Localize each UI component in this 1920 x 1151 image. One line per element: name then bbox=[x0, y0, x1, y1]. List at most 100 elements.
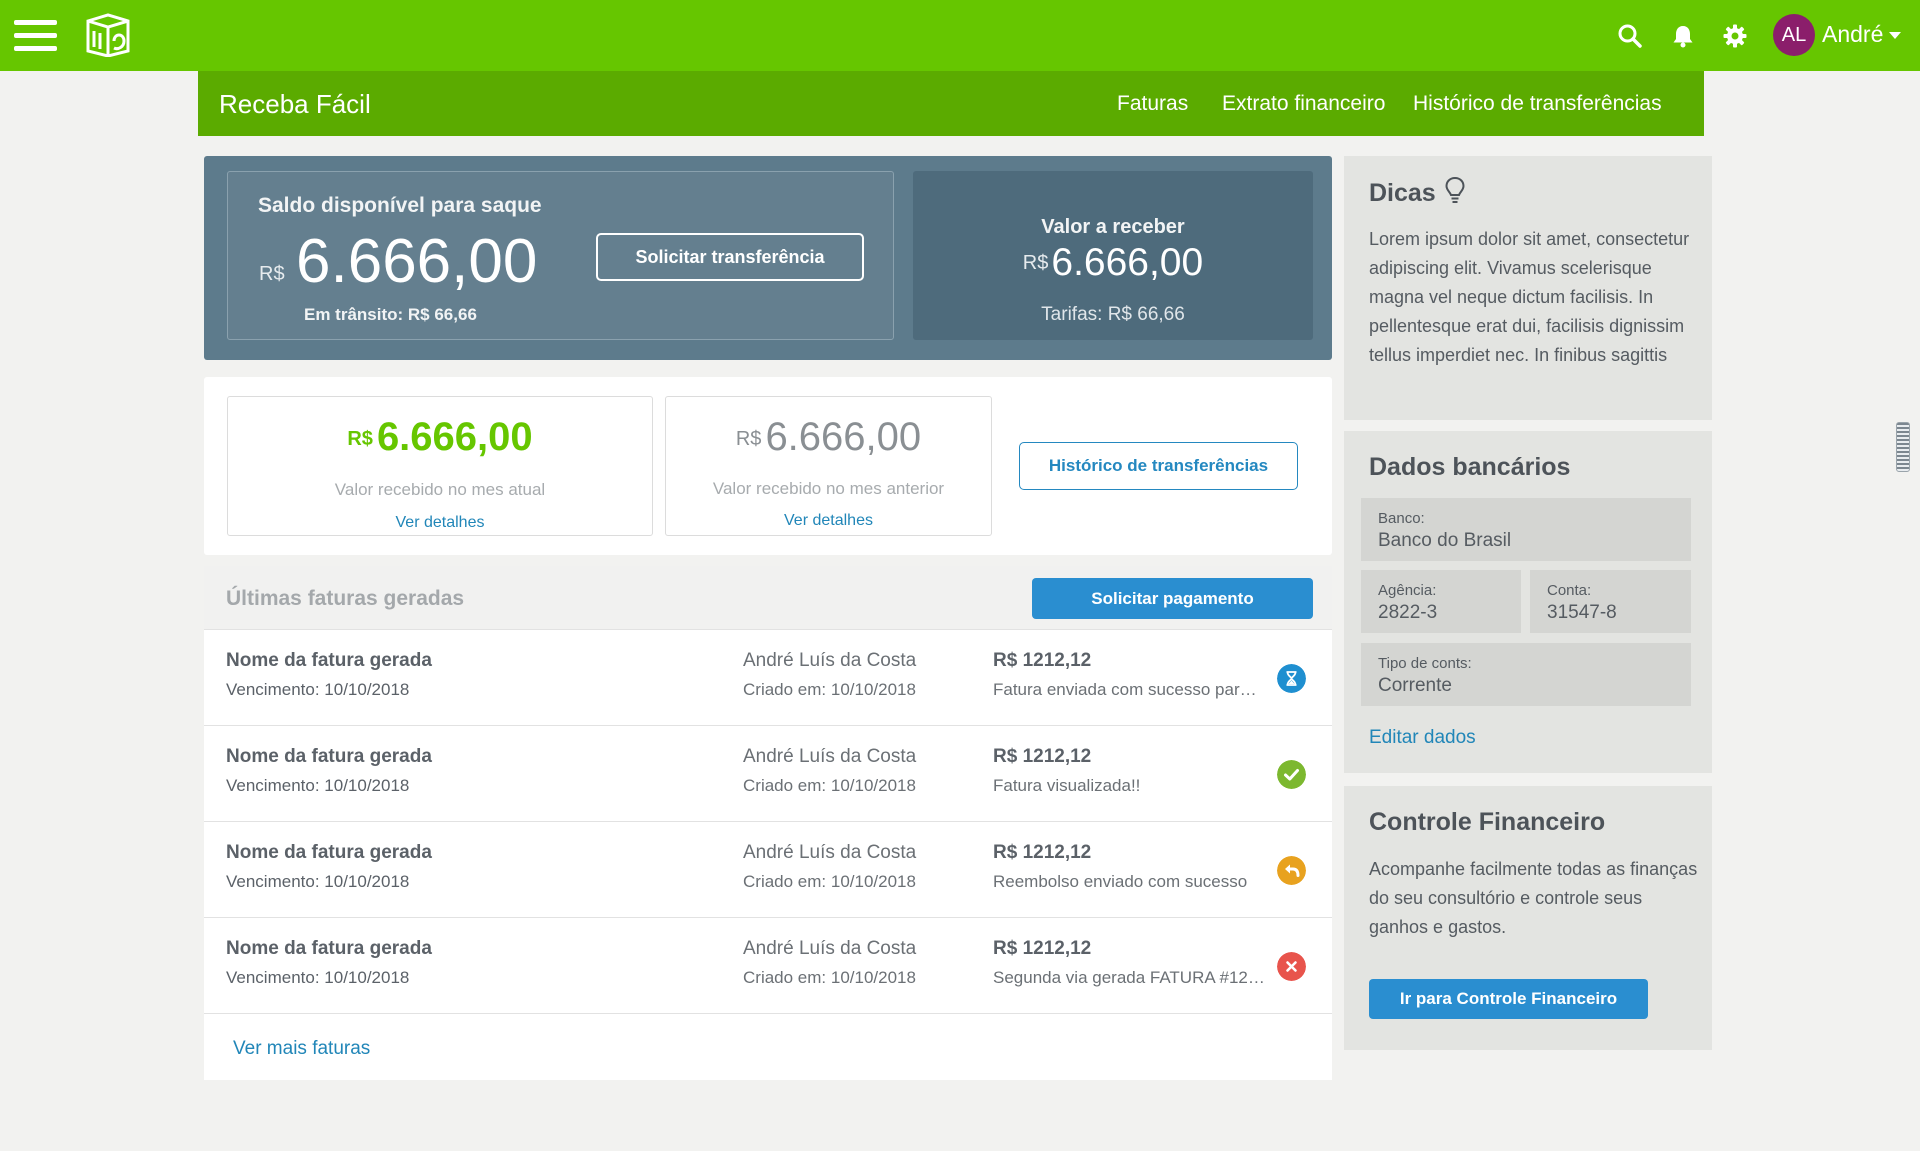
more-invoices-link[interactable]: Ver mais faturas bbox=[233, 1038, 370, 1060]
previous-month-amount: R$ 6.666,00 bbox=[666, 415, 991, 460]
sub-nav-bar: Receba Fácil Faturas Extrato financeiro … bbox=[198, 71, 1704, 136]
tips-text: Lorem ipsum dolor sit amet, consectetur … bbox=[1369, 229, 1690, 365]
logo-icon[interactable] bbox=[84, 13, 132, 57]
check-icon bbox=[1277, 760, 1306, 789]
current-month-amount: R$ 6.666,00 bbox=[228, 415, 652, 460]
fees-amount: Tarifas: R$ 66,66 bbox=[1041, 304, 1185, 325]
request-payment-button[interactable]: Solicitar pagamento bbox=[1032, 578, 1313, 619]
account-field: Conta: 31547-8 bbox=[1530, 570, 1691, 633]
undo-icon bbox=[1277, 856, 1306, 885]
transfer-history-button[interactable]: Histórico de transferências bbox=[1019, 442, 1298, 490]
invoice-created-date: Criado em: 10/10/2018 bbox=[743, 968, 916, 987]
invoice-created-date: Criado em: 10/10/2018 bbox=[743, 680, 916, 699]
invoices-header: Últimas faturas geradas Solicitar pagame… bbox=[204, 566, 1332, 630]
invoice-created-date: Criado em: 10/10/2018 bbox=[743, 776, 916, 795]
hourglass-icon bbox=[1277, 664, 1306, 693]
invoice-amount: R$ 1212,12 bbox=[993, 650, 1092, 671]
request-transfer-button[interactable]: Solicitar transferência bbox=[596, 233, 864, 281]
invoice-amount: R$ 1212,12 bbox=[993, 842, 1092, 863]
invoice-due-date: Vencimento: 10/10/2018 bbox=[226, 872, 410, 891]
invoice-client: André Luís da Costa bbox=[743, 650, 917, 671]
invoice-status: Reembolso enviado com sucesso bbox=[993, 872, 1248, 891]
invoice-name: Nome da fatura gerada bbox=[226, 938, 432, 959]
close-icon bbox=[1277, 952, 1306, 981]
tips-card: Dicas Lorem ipsum dolor sit amet, consec… bbox=[1344, 156, 1712, 420]
invoice-amount: R$ 1212,12 bbox=[993, 938, 1092, 959]
previous-month-currency: R$ bbox=[735, 428, 762, 450]
receivable-amount: R$6.666,00 bbox=[913, 241, 1313, 285]
current-month-stat: R$ 6.666,00 Valor recebido no mes atual V… bbox=[227, 396, 653, 536]
user-name[interactable]: André bbox=[1822, 21, 1883, 48]
account-type-field: Tipo de conts: Corrente bbox=[1361, 643, 1691, 706]
page-title: Receba Fácil bbox=[219, 89, 371, 119]
bank-value: Banco do Brasil bbox=[1378, 530, 1512, 551]
invoice-client: André Luís da Costa bbox=[743, 842, 917, 863]
go-to-financial-control-button[interactable]: Ir para Controle Financeiro bbox=[1369, 979, 1648, 1019]
bank-label: Banco: bbox=[1378, 510, 1425, 527]
in-transit-amount: Em trânsito: R$ 66,66 bbox=[304, 305, 477, 324]
bank-data-title: Dados bancários bbox=[1369, 453, 1571, 481]
nav-link-extrato[interactable]: Extrato financeiro bbox=[1222, 92, 1385, 116]
invoice-client: André Luís da Costa bbox=[743, 746, 917, 767]
invoice-status: Fatura visualizada!! bbox=[993, 776, 1141, 795]
previous-month-details-link[interactable]: Ver detalhes bbox=[666, 512, 991, 530]
agency-field: Agência: 2822-3 bbox=[1361, 570, 1521, 633]
invoice-due-date: Vencimento: 10/10/2018 bbox=[226, 680, 410, 699]
current-month-value: 6.666,00 bbox=[376, 415, 533, 459]
bank-field: Banco: Banco do Brasil bbox=[1361, 498, 1691, 561]
lightbulb-icon bbox=[1445, 176, 1465, 203]
invoice-amount: R$ 1212,12 bbox=[993, 746, 1092, 767]
current-month-details-link[interactable]: Ver detalhes bbox=[228, 514, 652, 532]
received-stats-card: R$ 6.666,00 Valor recebido no mes atual V… bbox=[204, 377, 1332, 555]
invoice-client: André Luís da Costa bbox=[743, 938, 917, 959]
previous-month-value: 6.666,00 bbox=[765, 415, 922, 459]
bell-icon[interactable] bbox=[1670, 23, 1696, 49]
account-value: 31547-8 bbox=[1547, 602, 1617, 623]
tips-title: Dicas bbox=[1369, 179, 1436, 207]
available-balance-currency: R$ bbox=[259, 263, 285, 285]
invoice-name: Nome da fatura gerada bbox=[226, 746, 432, 767]
previous-month-label: Valor recebido no mes anterior bbox=[712, 479, 945, 498]
balance-panel: Saldo disponível para saque R$ 6.666,00 … bbox=[204, 156, 1332, 360]
table-row[interactable]: Nome da fatura gerada Vencimento: 10/10/… bbox=[204, 726, 1332, 822]
current-month-currency: R$ bbox=[347, 428, 373, 450]
financial-control-card: Controle Financeiro Acompanhe facilmente… bbox=[1344, 786, 1712, 1050]
table-row[interactable]: Nome da fatura gerada Vencimento: 10/10/… bbox=[204, 918, 1332, 1014]
receivable-currency: R$ bbox=[1022, 252, 1049, 274]
nav-link-faturas[interactable]: Faturas bbox=[1117, 92, 1188, 116]
available-balance-title: Saldo disponível para saque bbox=[258, 194, 542, 217]
edit-bank-data-link[interactable]: Editar dados bbox=[1369, 727, 1476, 749]
financial-control-title: Controle Financeiro bbox=[1369, 808, 1606, 836]
previous-month-stat: R$ 6.666,00 Valor recebido no mes anterio… bbox=[665, 396, 992, 536]
bank-data-card: Dados bancários Banco: Banco do Brasil A… bbox=[1344, 431, 1712, 773]
receivable-value: 6.666,00 bbox=[1051, 241, 1204, 284]
search-icon[interactable] bbox=[1617, 23, 1643, 49]
available-balance-box: Saldo disponível para saque R$ 6.666,00 … bbox=[227, 171, 894, 340]
account-label: Conta: bbox=[1547, 582, 1592, 599]
gear-icon[interactable] bbox=[1722, 23, 1748, 49]
account-type-value: Corrente bbox=[1378, 675, 1452, 696]
latest-invoices-card: Últimas faturas geradas Solicitar pagame… bbox=[204, 566, 1332, 1080]
table-row[interactable]: Nome da fatura gerada Vencimento: 10/10/… bbox=[204, 822, 1332, 918]
invoice-status: Segunda via gerada FATURA #1234 bbox=[993, 968, 1265, 987]
invoices-title: Últimas faturas geradas bbox=[226, 587, 465, 610]
current-month-label: Valor recebido no mes atual bbox=[334, 480, 546, 499]
invoice-status: Fatura enviada com sucesso para o client… bbox=[993, 680, 1265, 699]
avatar[interactable]: AL bbox=[1773, 14, 1815, 56]
financial-control-text: Acompanhe facilmente todas as finanças d… bbox=[1369, 859, 1698, 937]
chevron-down-icon[interactable] bbox=[1889, 32, 1901, 39]
nav-link-historico[interactable]: Histórico de transferências bbox=[1413, 92, 1662, 116]
invoice-name: Nome da fatura gerada bbox=[226, 842, 432, 863]
available-balance-value: 6.666,00 bbox=[296, 227, 538, 296]
receivable-title: Valor a receber bbox=[1041, 216, 1185, 238]
agency-label: Agência: bbox=[1378, 582, 1437, 599]
invoice-due-date: Vencimento: 10/10/2018 bbox=[226, 968, 410, 987]
top-bar: AL André bbox=[0, 0, 1920, 71]
table-row[interactable]: Nome da fatura gerada Vencimento: 10/10/… bbox=[204, 630, 1332, 726]
invoice-due-date: Vencimento: 10/10/2018 bbox=[226, 776, 410, 795]
account-type-label: Tipo de conts: bbox=[1378, 655, 1472, 672]
receivable-box: Valor a receber R$6.666,00 Tarifas: R$ 6… bbox=[913, 171, 1313, 340]
invoice-name: Nome da fatura gerada bbox=[226, 650, 432, 671]
menu-icon[interactable] bbox=[14, 20, 57, 51]
scrollbar-handle[interactable] bbox=[1896, 422, 1910, 472]
